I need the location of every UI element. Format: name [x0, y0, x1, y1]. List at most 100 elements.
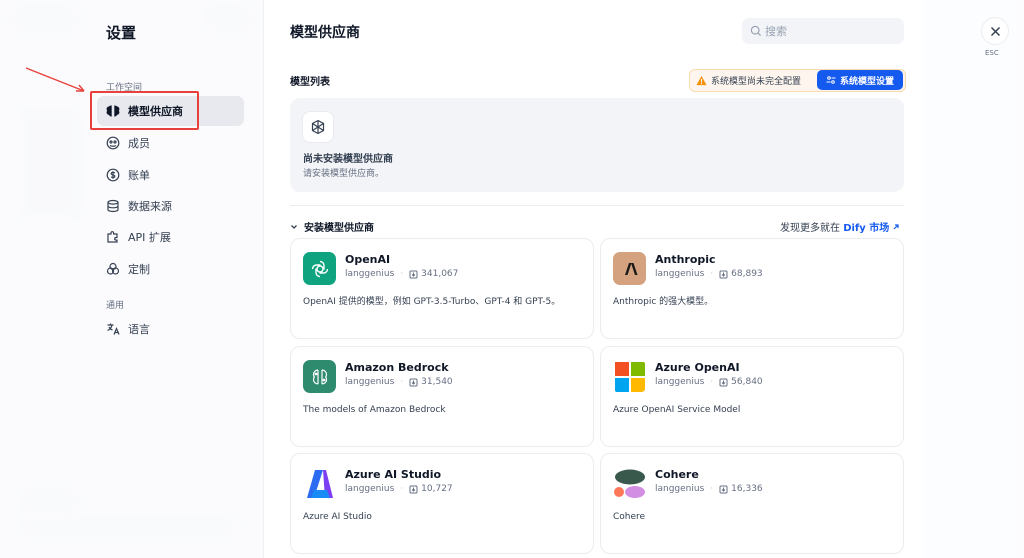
anthropic-logo-icon	[613, 252, 646, 285]
provider-author: langgenius	[345, 484, 395, 494]
separator: ·	[710, 377, 714, 387]
sidebar-item-customize[interactable]: 定制	[97, 254, 244, 284]
provider-name: Amazon Bedrock	[345, 361, 449, 374]
provider-description: The models of Amazon Bedrock	[303, 405, 446, 415]
sidebar-item-label: 定制	[128, 263, 150, 276]
provider-author: langgenius	[655, 484, 705, 494]
translate-icon	[106, 322, 120, 336]
customize-icon	[106, 262, 120, 276]
sidebar-item-members[interactable]: 成员	[97, 128, 244, 158]
separator: ·	[710, 269, 714, 279]
provider-name: Azure OpenAI	[655, 361, 740, 374]
provider-downloads: 16,336	[731, 484, 763, 494]
provider-meta: langgenius · 16,336	[655, 484, 763, 494]
sidebar-item-language[interactable]: 语言	[97, 314, 244, 344]
system-model-settings-button[interactable]: 系统模型设置	[817, 70, 903, 90]
separator: ·	[400, 269, 404, 279]
close-icon	[990, 26, 1000, 36]
annotation-arrow-icon	[25, 67, 85, 92]
external-link-icon	[894, 224, 900, 230]
search-box[interactable]	[742, 18, 904, 44]
provider-author: langgenius	[655, 377, 705, 387]
members-icon	[106, 136, 120, 150]
puzzle-icon	[106, 230, 120, 244]
provider-description: Azure OpenAI Service Model	[613, 405, 741, 415]
sidebar-item-label: 语言	[128, 323, 150, 336]
provider-meta: langgenius · 56,840	[655, 377, 763, 387]
provider-meta: langgenius · 341,067	[345, 269, 458, 279]
marketplace-name: Dify 市场	[843, 223, 890, 234]
provider-author: langgenius	[655, 269, 705, 279]
provider-card-anthropic[interactable]: Anthropic langgenius · 68,893 Anthropic …	[600, 238, 904, 339]
install-provider-label: 安装模型供应商	[304, 223, 374, 234]
settings-modal: 设置 工作空间 模型供应商 成员 账单 数据来源 API 扩展 定制 通用 语言…	[0, 0, 1024, 558]
azure-ai-logo-icon	[303, 467, 336, 500]
provider-downloads: 341,067	[421, 269, 459, 279]
sidebar-title: 设置	[106, 24, 137, 42]
provider-meta: langgenius · 10,727	[345, 484, 453, 494]
provider-card-azure-ai-studio[interactable]: Azure AI Studio langgenius · 10,727 Azur…	[290, 453, 594, 554]
general-group-label: 通用	[106, 301, 125, 311]
provider-downloads: 31,540	[421, 377, 453, 387]
download-icon	[719, 270, 728, 278]
provider-card-amazon-bedrock[interactable]: Amazon Bedrock langgenius · 31,540 The m…	[290, 346, 594, 447]
empty-subtitle: 请安装模型供应商。	[303, 169, 385, 179]
sidebar-item-api-extension[interactable]: API 扩展	[97, 222, 244, 252]
openai-logo-icon	[303, 252, 336, 285]
provider-description: Anthropic 的强大模型。	[613, 297, 714, 307]
sidebar-item-label: 账单	[128, 169, 150, 182]
separator: ·	[400, 484, 404, 494]
sidebar-item-label: 成员	[128, 137, 150, 150]
separator: ·	[400, 377, 404, 387]
sidebar-item-data-source[interactable]: 数据来源	[97, 191, 244, 221]
provider-meta: langgenius · 68,893	[655, 269, 763, 279]
empty-provider-card: 尚未安装模型供应商 请安装模型供应商。	[290, 98, 904, 192]
provider-author: langgenius	[345, 269, 395, 279]
provider-description: OpenAI 提供的模型，例如 GPT-3.5-Turbo、GPT-4 和 GP…	[303, 297, 561, 307]
esc-label: ESC	[985, 49, 999, 57]
install-provider-toggle[interactable]: 安装模型供应商	[290, 219, 374, 234]
provider-name: OpenAI	[345, 253, 391, 266]
marketplace-link[interactable]: 发现更多就在 Dify 市场	[780, 219, 900, 234]
sidebar-item-label: API 扩展	[128, 231, 171, 244]
model-list-label: 模型列表	[290, 77, 330, 88]
provider-description: Azure AI Studio	[303, 512, 372, 522]
chevron-down-icon	[291, 224, 297, 229]
provider-card-cohere[interactable]: Cohere langgenius · 16,336 Cohere	[600, 453, 904, 554]
provider-downloads: 56,840	[731, 377, 763, 387]
provider-downloads: 68,893	[731, 269, 763, 279]
download-icon	[409, 485, 418, 493]
system-model-settings-label: 系统模型设置	[839, 76, 894, 87]
provider-name: Cohere	[655, 468, 699, 481]
microsoft-logo-icon	[613, 360, 646, 393]
provider-description: Cohere	[613, 512, 646, 522]
provider-downloads: 10,727	[421, 484, 453, 494]
download-icon	[409, 378, 418, 386]
close-button[interactable]	[981, 17, 1009, 45]
provider-name: Anthropic	[655, 253, 716, 266]
database-icon	[106, 199, 120, 213]
annotation-highlight-box	[90, 91, 199, 130]
empty-title: 尚未安装模型供应商	[303, 154, 393, 165]
sidebar-item-billing[interactable]: 账单	[97, 160, 244, 190]
cube-icon	[302, 111, 334, 143]
download-icon	[719, 485, 728, 493]
provider-author: langgenius	[345, 377, 395, 387]
search-icon	[750, 25, 762, 37]
cohere-logo-icon	[613, 467, 646, 500]
provider-card-openai[interactable]: OpenAI langgenius · 341,067 OpenAI 提供的模型…	[290, 238, 594, 339]
sidebar-item-label: 数据来源	[128, 200, 172, 213]
provider-name: Azure AI Studio	[345, 468, 442, 481]
download-icon	[409, 270, 418, 278]
provider-meta: langgenius · 31,540	[345, 377, 453, 387]
warning-icon	[696, 75, 707, 86]
warning-text: 系统模型尚未完全配置	[711, 77, 802, 87]
download-icon	[719, 378, 728, 386]
search-input[interactable]	[765, 24, 895, 38]
bedrock-logo-icon	[303, 360, 336, 393]
separator: ·	[710, 484, 714, 494]
provider-card-azure-openai[interactable]: Azure OpenAI langgenius · 56,840 Azure O…	[600, 346, 904, 447]
page-title: 模型供应商	[290, 25, 360, 41]
settings-sidebar: 设置 工作空间 模型供应商 成员 账单 数据来源 API 扩展 定制 通用 语言	[0, 0, 264, 558]
main-panel: 模型供应商 模型列表 系统模型尚未完全配置 系统模型设置 尚未安装模型供应商 请…	[264, 0, 924, 558]
